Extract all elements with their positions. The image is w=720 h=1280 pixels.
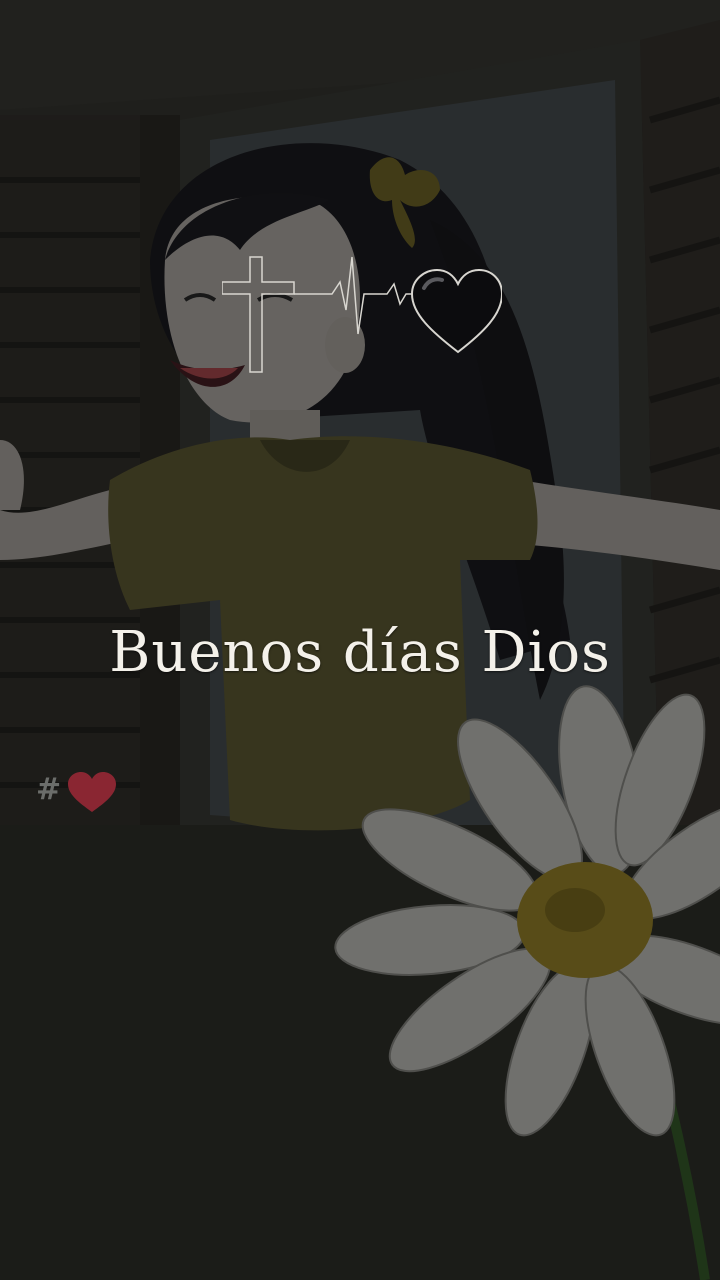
video-caption: Buenos días Dios (109, 620, 611, 685)
video-frame[interactable]: Buenos días Dios # (0, 0, 720, 1280)
red-heart-icon (68, 772, 116, 812)
hashtag-glyph: # (36, 772, 62, 807)
cross-heartbeat-heart-icon (222, 256, 502, 373)
hashtag-badge[interactable]: # (36, 770, 120, 814)
